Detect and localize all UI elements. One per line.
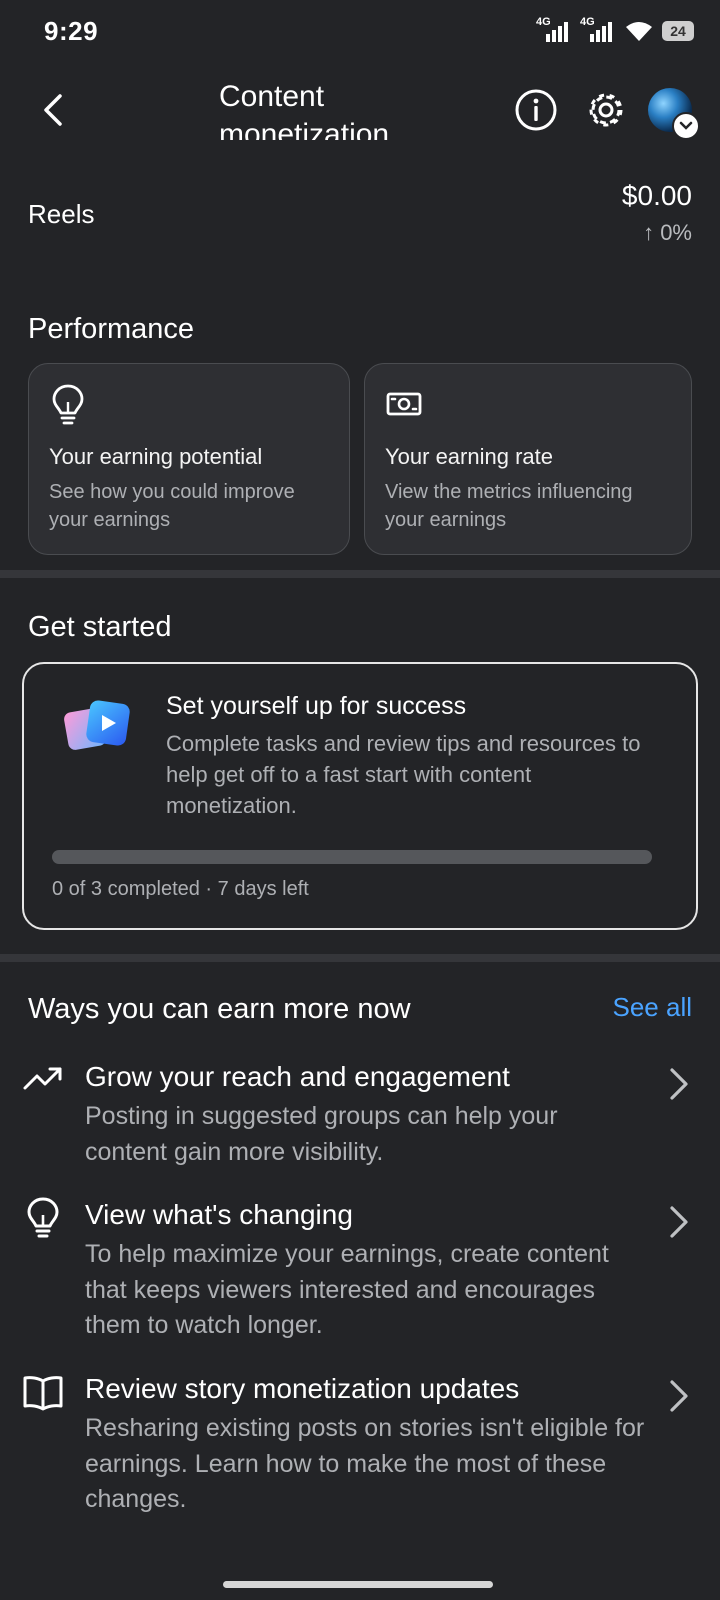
card-title: Set yourself up for success <box>166 692 467 720</box>
chevron-right-icon <box>670 1206 688 1238</box>
performance-title: Performance <box>28 313 195 345</box>
wifi-icon <box>626 22 652 41</box>
chevron-right-icon <box>670 1068 688 1100</box>
item-title: Grow your reach and engagement <box>85 1061 510 1092</box>
money-bill-icon <box>386 392 422 416</box>
get-started-title: Get started <box>28 611 172 643</box>
chevron-down-icon[interactable] <box>672 112 700 140</box>
item-description: Posting in suggested groups can help you… <box>85 1102 558 1166</box>
card-body: Complete tasks and review tips and resou… <box>166 731 641 818</box>
settings-gear-icon[interactable] <box>584 88 628 132</box>
lightbulb-icon <box>27 1197 59 1238</box>
card-subtitle: See how you could improve your earnings <box>49 481 295 531</box>
item-description: Resharing existing posts on stories isn'… <box>85 1414 645 1513</box>
progress-bar <box>52 850 652 864</box>
reels-amount: $0.00 <box>621 180 692 211</box>
reels-change: ↑ 0% <box>643 220 692 245</box>
progress-status: 0 of 3 completed · 7 days left <box>52 878 309 900</box>
card-subtitle: View the metrics influencing your earnin… <box>385 481 633 531</box>
book-icon <box>23 1376 63 1411</box>
earning-rate-card[interactable]: Your earning rate View the metrics influ… <box>364 363 692 555</box>
section-divider <box>0 570 720 578</box>
reels-label: Reels <box>28 199 95 229</box>
earning-potential-card[interactable]: Your earning potential See how you could… <box>28 363 350 555</box>
page-title: Content monetization <box>219 80 390 140</box>
lightbulb-icon <box>52 384 84 425</box>
home-indicator[interactable] <box>223 1581 493 1588</box>
setup-success-card[interactable]: Set yourself up for success Complete tas… <box>22 662 698 930</box>
item-description: To help maximize your earnings, create c… <box>85 1240 609 1339</box>
card-title: Your earning potential <box>49 444 263 469</box>
status-icons: 4G 4G 24 <box>536 16 694 44</box>
chevron-right-icon <box>670 1380 688 1412</box>
section-divider <box>0 954 720 962</box>
see-all-link[interactable]: See all <box>613 992 693 1023</box>
item-title: Review story monetization updates <box>85 1373 520 1404</box>
signal-icon: 4G <box>580 16 616 44</box>
trending-up-icon <box>23 1067 62 1090</box>
ways-title: Ways you can earn more now <box>28 993 411 1025</box>
signal-icon: 4G <box>536 16 572 44</box>
back-arrow-icon[interactable] <box>34 90 74 130</box>
info-icon[interactable] <box>514 88 558 132</box>
item-title: View what's changing <box>85 1199 353 1230</box>
media-stack-icon <box>64 700 130 750</box>
card-title: Your earning rate <box>385 444 553 469</box>
status-time: 9:29 <box>44 16 99 46</box>
